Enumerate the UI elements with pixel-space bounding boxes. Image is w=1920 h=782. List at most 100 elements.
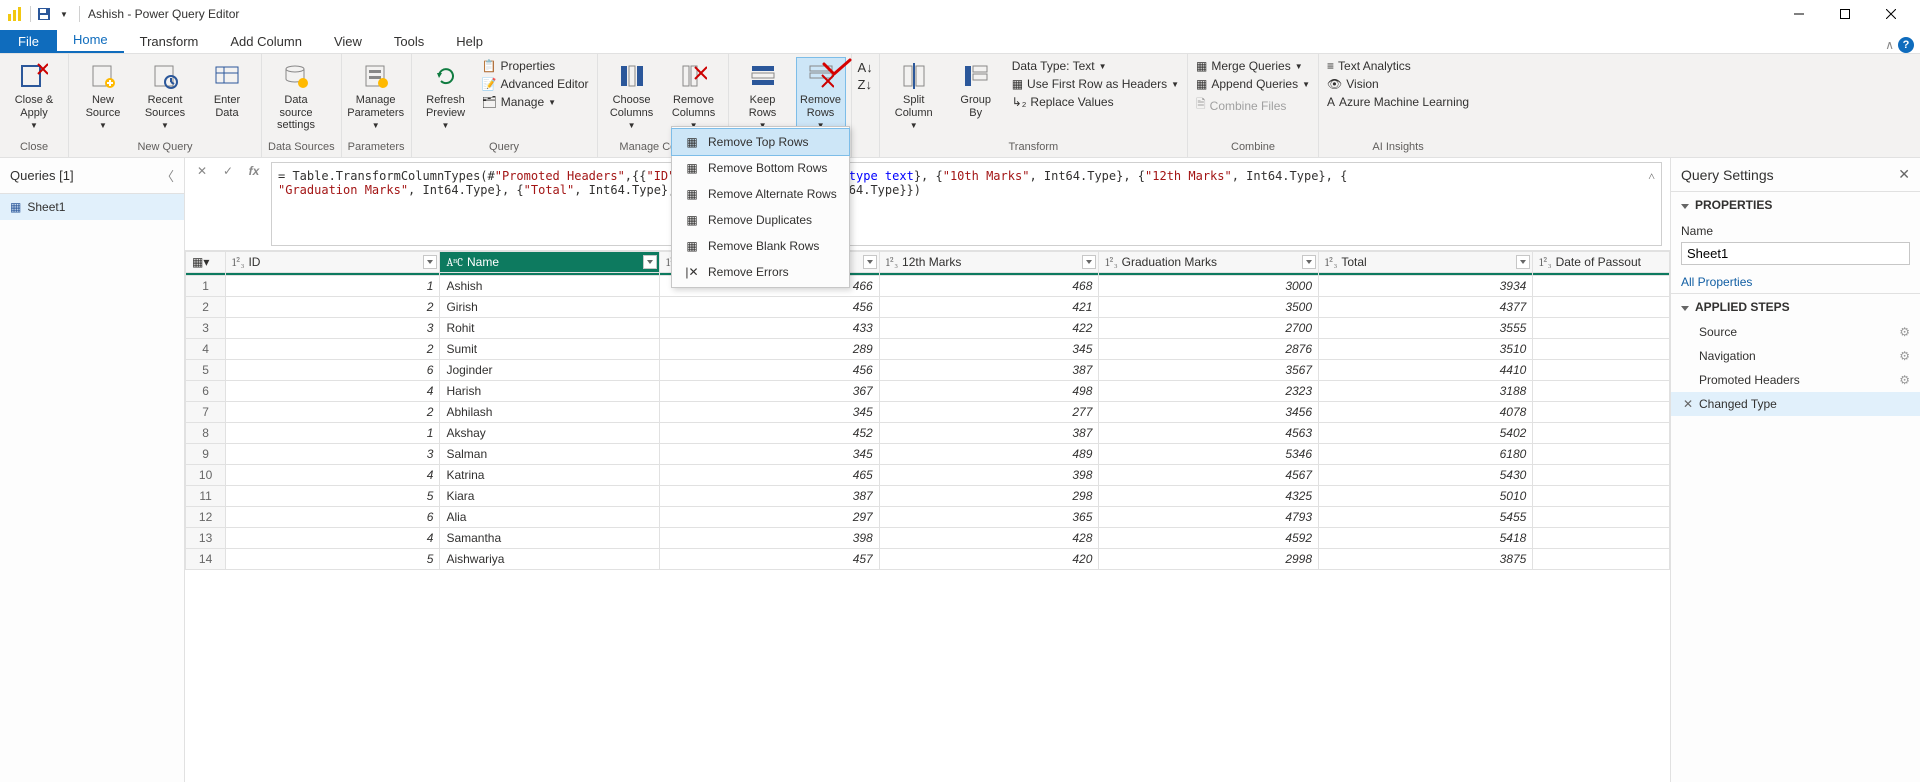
undo-dropdown-icon[interactable]: ▼ [55,5,73,23]
data-source-settings-button[interactable]: Data source settings [268,58,324,132]
cell-name[interactable]: Salman [440,444,660,465]
cell-name[interactable]: Akshay [440,423,660,444]
applied-step[interactable]: Navigation⚙ [1671,344,1920,368]
delete-step-icon[interactable]: ✕ [1683,397,1693,411]
cell-date[interactable] [1533,549,1670,570]
replace-values-button[interactable]: ↳₂ Replace Values [1010,94,1181,110]
cell-10th[interactable]: 433 [660,318,880,339]
cell-date[interactable] [1533,381,1670,402]
manage-parameters-button[interactable]: Manage Parameters▼ [348,58,404,130]
formula-input[interactable]: = Table.TransformColumnTypes(#"Promoted … [271,162,1662,246]
cell-10th[interactable]: 456 [660,297,880,318]
tab-view[interactable]: View [318,30,378,53]
col-filter-icon[interactable] [423,255,437,269]
row-number[interactable]: 14 [186,549,226,570]
col-filter-icon[interactable] [1302,255,1316,269]
cell-id[interactable]: 1 [226,423,440,444]
cell-id[interactable]: 4 [226,528,440,549]
row-number[interactable]: 8 [186,423,226,444]
cell-date[interactable] [1533,339,1670,360]
remove-columns-button[interactable]: Remove Columns▼ [666,58,722,130]
row-number[interactable]: 4 [186,339,226,360]
table-row[interactable]: 2 2 Girish 456 421 3500 4377 [186,297,1670,318]
step-gear-icon[interactable]: ⚙ [1899,349,1910,363]
cell-12th[interactable]: 387 [879,423,1099,444]
col-filter-icon[interactable] [863,255,877,269]
cell-id[interactable]: 3 [226,318,440,339]
cell-date[interactable] [1533,486,1670,507]
cell-id[interactable]: 5 [226,549,440,570]
cell-date[interactable] [1533,444,1670,465]
cell-name[interactable]: Abhilash [440,402,660,423]
collapse-ribbon-icon[interactable]: ∧ [1885,38,1894,52]
cell-id[interactable]: 6 [226,360,440,381]
keep-rows-button[interactable]: Keep Rows▼ [735,58,791,130]
cell-grad[interactable]: 4563 [1099,423,1319,444]
cell-date[interactable] [1533,402,1670,423]
cell-total[interactable]: 5010 [1319,486,1533,507]
cell-12th[interactable]: 422 [879,318,1099,339]
cell-grad[interactable]: 3500 [1099,297,1319,318]
row-number[interactable]: 5 [186,360,226,381]
row-number[interactable]: 12 [186,507,226,528]
cell-10th[interactable]: 452 [660,423,880,444]
cell-name[interactable]: Harish [440,381,660,402]
accept-formula-button[interactable]: ✓ [219,162,237,180]
menu-remove-bottom-rows[interactable]: ▦Remove Bottom Rows [672,155,849,181]
cell-id[interactable]: 4 [226,465,440,486]
cell-total[interactable]: 3875 [1319,549,1533,570]
row-number[interactable]: 1 [186,276,226,297]
menu-remove-alternate-rows[interactable]: ▦Remove Alternate Rows [672,181,849,207]
cell-name[interactable]: Rohit [440,318,660,339]
cell-name[interactable]: Ashish [440,276,660,297]
cell-name[interactable]: Aishwariya [440,549,660,570]
cell-10th[interactable]: 387 [660,486,880,507]
cell-12th[interactable]: 345 [879,339,1099,360]
queries-header[interactable]: Queries [1] 〈 [0,158,184,194]
cell-id[interactable]: 3 [226,444,440,465]
cell-name[interactable]: Joginder [440,360,660,381]
combine-files-button[interactable]: 🗎 Combine Files [1194,94,1312,117]
data-type-button[interactable]: Data Type: Text ▼ [1010,58,1181,74]
maximize-button[interactable] [1822,0,1868,28]
cell-date[interactable] [1533,297,1670,318]
minimize-button[interactable] [1776,0,1822,28]
cell-date[interactable] [1533,465,1670,486]
tab-add-column[interactable]: Add Column [214,30,318,53]
cell-total[interactable]: 3188 [1319,381,1533,402]
column-header-id[interactable]: 1²₃ID [226,252,440,273]
azure-ml-button[interactable]: A Azure Machine Learning [1325,94,1471,110]
column-header-total[interactable]: 1²₃Total [1319,252,1533,273]
table-row[interactable]: 5 6 Joginder 456 387 3567 4410 [186,360,1670,381]
applied-step[interactable]: ✕Changed Type [1671,392,1920,416]
close-apply-button[interactable]: Close & Apply▼ [6,58,62,130]
close-window-button[interactable] [1868,0,1914,28]
cell-total[interactable]: 5418 [1319,528,1533,549]
collapse-queries-icon[interactable]: 〈 [161,166,174,185]
cell-12th[interactable]: 428 [879,528,1099,549]
first-row-headers-button[interactable]: ▦ Use First Row as Headers ▼ [1010,76,1181,92]
menu-remove-duplicates[interactable]: ▦Remove Duplicates [672,207,849,233]
row-number[interactable]: 3 [186,318,226,339]
cell-name[interactable]: Alia [440,507,660,528]
table-row[interactable]: 3 3 Rohit 433 422 2700 3555 [186,318,1670,339]
cell-12th[interactable]: 277 [879,402,1099,423]
menu-remove-top-rows[interactable]: ▦Remove Top Rows [672,129,849,155]
cell-grad[interactable]: 2700 [1099,318,1319,339]
column-header-grad[interactable]: 1²₃Graduation Marks [1099,252,1319,273]
table-row[interactable]: 7 2 Abhilash 345 277 3456 4078 [186,402,1670,423]
cell-12th[interactable]: 387 [879,360,1099,381]
cell-total[interactable]: 4377 [1319,297,1533,318]
column-header-date[interactable]: 1²₃Date of Passout [1533,252,1670,273]
cell-grad[interactable]: 3567 [1099,360,1319,381]
row-number[interactable]: 7 [186,402,226,423]
cell-id[interactable]: 1 [226,276,440,297]
save-icon[interactable] [35,5,53,23]
cell-total[interactable]: 5430 [1319,465,1533,486]
cell-12th[interactable]: 420 [879,549,1099,570]
row-number[interactable]: 9 [186,444,226,465]
cell-name[interactable]: Sumit [440,339,660,360]
cell-10th[interactable]: 398 [660,528,880,549]
cell-10th[interactable]: 297 [660,507,880,528]
cell-10th[interactable]: 345 [660,402,880,423]
